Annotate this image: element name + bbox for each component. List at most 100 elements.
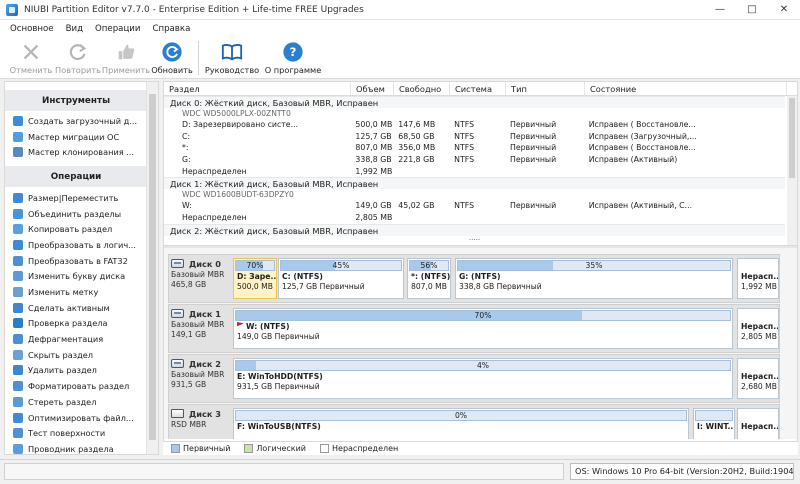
partition-block[interactable]: 70% W: (NTFS) 149,0 GB Первичный	[233, 308, 733, 349]
partition-block[interactable]: 56% *: (NTFS) 807,0 MB	[407, 258, 451, 299]
menu-main[interactable]: Основное	[4, 24, 60, 34]
unallocated-block[interactable]: Нерасп... 2,680 MB	[737, 358, 779, 399]
defrag-icon	[13, 334, 23, 345]
table-row[interactable]: *: 807,0 MB 356,0 MB NTFS Первичный Исправен …	[164, 142, 785, 154]
partition-name-text: F: WinToUSB(NTFS)	[237, 422, 321, 431]
table-row[interactable]: W: 149,0 GB 45,02 GB NTFS Первичный Исправен …	[164, 200, 785, 212]
thumbs-up-icon	[118, 44, 135, 60]
table-header: Раздел Объем Свободно Система Тип Состоя…	[164, 82, 797, 96]
help-icon: ?	[283, 42, 303, 62]
disk-1-map[interactable]: Диск 1 Базовый MBR 149,1 GB 70% W: (NTFS) 149…	[168, 304, 780, 353]
op-convert-fat32[interactable]: Преобразовать в FAT32	[5, 253, 147, 269]
usage-percent: 45%	[332, 261, 350, 270]
table-row[interactable]: C: 125,7 GB 68,50 GB NTFS Первичный Исправен …	[164, 131, 785, 143]
op-hide[interactable]: Скрыть раздел	[5, 347, 147, 363]
op-change-label[interactable]: Изменить метку	[5, 284, 147, 300]
optimize-icon	[13, 412, 23, 423]
partition-block[interactable]: 45% C: (NTFS) 125,7 GB Первичный	[278, 258, 404, 299]
op-check[interactable]: Проверка раздела	[5, 316, 147, 332]
partition-block[interactable]: 0% F: WinToUSB(NTFS)	[233, 408, 689, 439]
op-merge[interactable]: Объединить разделы	[5, 206, 147, 222]
op-optimize-fs[interactable]: Оптимизировать файл...	[5, 410, 147, 426]
manual-button[interactable]: Руководство	[203, 37, 261, 79]
op-copy[interactable]: Копировать раздел	[5, 221, 147, 237]
partition-name-text: Нерасп...	[741, 422, 778, 431]
disk-size: 149,1 GB	[171, 330, 207, 339]
maximize-button[interactable]: □	[736, 0, 768, 20]
pencil-icon	[13, 287, 23, 298]
disk-3-map[interactable]: Диск 3 RSD MBR 0% F: WinToUSB(NTFS) I: WINT.…	[168, 404, 780, 439]
usage-percent: 35%	[585, 261, 603, 270]
redo-button[interactable]: Повторить	[54, 37, 102, 79]
col-capacity[interactable]: Объем	[351, 82, 394, 95]
usage-percent: 70%	[474, 311, 492, 320]
col-filesystem[interactable]: Система	[450, 82, 506, 95]
usage-bar	[695, 410, 733, 421]
op-surface-test[interactable]: Тест поверхности	[5, 425, 147, 441]
tool-os-migration[interactable]: Мастер миграции ОС	[5, 129, 147, 145]
col-type[interactable]: Тип	[506, 82, 585, 95]
usage-bar	[739, 260, 777, 271]
svg-text:?: ?	[290, 45, 297, 59]
refresh-label: Обновить	[151, 65, 193, 75]
disk-name-text: Диск 0	[189, 258, 221, 269]
table-scrollbar[interactable]	[787, 96, 797, 245]
apply-button[interactable]: Применить	[102, 37, 150, 79]
refresh-button[interactable]: Обновить	[150, 37, 194, 79]
disk-0-header[interactable]: Диск 0: Жёсткий диск, Базовый MBR, Испра…	[164, 96, 785, 108]
op-wipe[interactable]: Стереть раздел	[5, 394, 147, 410]
disk-name: Диск 0	[171, 257, 229, 270]
close-button[interactable]: ✕	[768, 0, 800, 20]
op-convert-logical[interactable]: Преобразовать в логич...	[5, 237, 147, 253]
bootable-media-icon	[13, 115, 23, 126]
usage-bar	[739, 360, 777, 371]
about-button[interactable]: ? О программе	[261, 37, 325, 79]
op-set-active[interactable]: Сделать активным	[5, 300, 147, 316]
partition-block[interactable]: 4% E: WinToHDD(NTFS) 931,5 GB Первичный	[233, 358, 733, 399]
menu-help[interactable]: Справка	[146, 24, 196, 34]
disk-size	[171, 430, 229, 439]
hard-disk-icon	[171, 309, 184, 318]
table-row[interactable]: G: 338,8 GB 221,8 GB NTFS Первичный Исправен …	[164, 154, 785, 166]
disk-type: RSD MBR	[171, 420, 207, 429]
unallocated-block[interactable]: Нерасп... 2,805 MB	[737, 308, 779, 349]
tool-bootable-media[interactable]: Создать загрузочный д...	[5, 113, 147, 129]
disk-1-header[interactable]: Диск 1: Жёсткий диск, Базовый MBR, Испра…	[164, 177, 785, 190]
refresh-icon	[162, 42, 182, 62]
tool-clone-wizard[interactable]: Мастер клонирования ...	[5, 144, 147, 160]
table-scrollbar-thumb[interactable]	[789, 98, 795, 178]
op-change-letter[interactable]: Изменить букву диска	[5, 269, 147, 285]
partition-block[interactable]: I: WINT...	[693, 408, 735, 439]
scrollbar-thumb[interactable]	[149, 94, 156, 440]
disk-0-map[interactable]: Диск 0 Базовый MBR 465,8 GB 70% D: Заре... 50…	[168, 254, 780, 303]
legend: Первичный Логический Нераспределен	[163, 441, 798, 455]
disk-2-map[interactable]: Диск 2 Базовый MBR 931,5 GB 4% E: WinToHDD(N…	[168, 354, 780, 403]
usage-bar: 56%	[409, 260, 449, 271]
table-row[interactable]: D: Зарезервировано систе... 500,0 MB 147,6…	[164, 119, 785, 131]
usage-percent: 0%	[454, 411, 468, 420]
table-row[interactable]: Нераспределен 1,992 MB	[164, 166, 785, 178]
op-resize-move[interactable]: Размер|Переместить	[5, 190, 147, 206]
col-free[interactable]: Свободно	[394, 82, 450, 95]
col-partition[interactable]: Раздел	[164, 82, 351, 95]
legend-primary-swatch	[171, 444, 180, 453]
unallocated-block[interactable]: Нерасп... 1,992 MB	[737, 258, 779, 299]
partition-name-text: D: Заре...	[237, 272, 276, 281]
op-defrag[interactable]: Дефрагментация	[5, 331, 147, 347]
op-delete[interactable]: Удалить раздел	[5, 363, 147, 379]
col-status[interactable]: Состояние	[585, 82, 787, 95]
manual-label: Руководство	[204, 65, 260, 75]
unallocated-block[interactable]: Нерасп...	[737, 408, 779, 439]
explorer-icon	[13, 443, 23, 454]
menu-view[interactable]: Вид	[60, 24, 89, 34]
op-explorer[interactable]: Проводник раздела	[5, 441, 147, 454]
op-format[interactable]: Форматировать раздел	[5, 378, 147, 394]
minimize-button[interactable]: —	[704, 0, 736, 20]
undo-button[interactable]: Отменить	[8, 37, 54, 79]
partition-block[interactable]: 35% G: (NTFS) 338,8 GB Первичный	[455, 258, 733, 299]
table-row[interactable]: Нераспределен 2,805 MB	[164, 212, 785, 224]
partition-block[interactable]: 70% D: Заре... 500,0 MB	[233, 258, 277, 299]
status-message	[4, 463, 564, 480]
left-panel-scrollbar[interactable]	[146, 82, 158, 454]
menu-operations[interactable]: Операции	[89, 24, 146, 34]
